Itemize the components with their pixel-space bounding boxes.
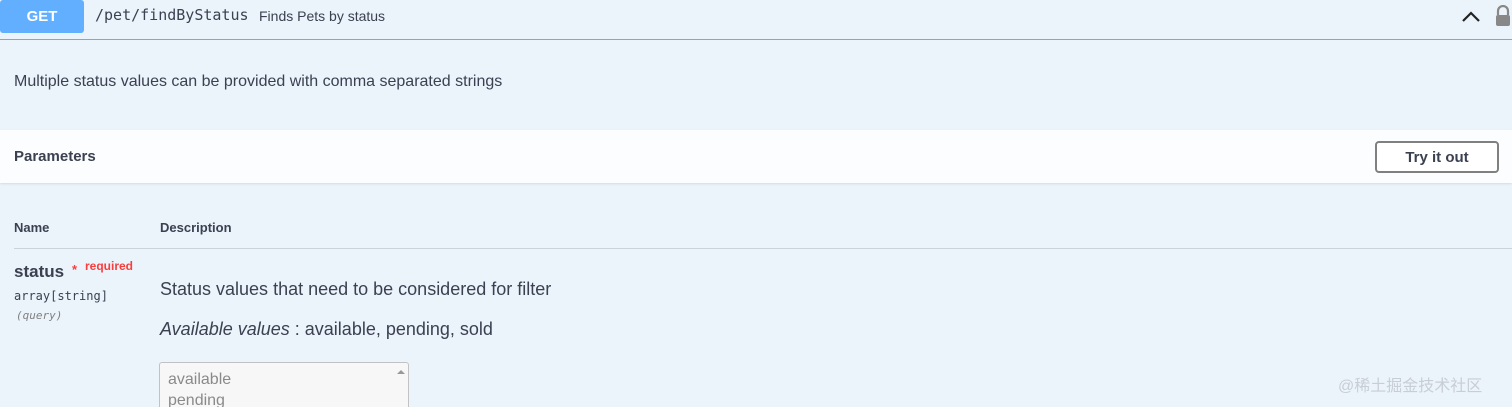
parameter-type: array[string]: [14, 289, 108, 303]
scroll-up-icon[interactable]: [397, 368, 405, 376]
watermark: @稀土掘金技术社区: [1338, 378, 1483, 395]
available-values-list: : available, pending, sold: [294, 319, 493, 339]
required-label: required: [85, 259, 134, 273]
select-option-available[interactable]: available: [168, 371, 231, 389]
select-option-pending[interactable]: pending: [168, 392, 225, 407]
operation-summary: Finds Pets by status: [259, 8, 386, 24]
column-header-description: Description: [160, 220, 232, 235]
method-badge: GET: [0, 0, 84, 33]
available-values: Available values : available, pending, s…: [160, 319, 493, 340]
opblock-summary[interactable]: GET /pet/findByStatus Finds Pets by stat…: [0, 0, 1512, 40]
divider: [14, 248, 1512, 249]
operation-path: /pet/findByStatus: [95, 6, 249, 24]
required-star: *: [72, 262, 78, 277]
parameters-title: Parameters: [14, 148, 96, 165]
operation-description: Multiple status values can be provided w…: [14, 73, 503, 90]
chevron-up-icon[interactable]: [1460, 6, 1482, 28]
available-values-label: Available values: [160, 319, 290, 339]
parameter-description: Status values that need to be considered…: [160, 279, 552, 299]
column-header-name: Name: [14, 220, 50, 235]
parameters-header: Parameters Try it out: [0, 130, 1512, 183]
status-multiselect[interactable]: available pending: [159, 362, 409, 407]
parameter-name: status: [14, 262, 65, 281]
try-it-out-button[interactable]: Try it out: [1375, 141, 1499, 173]
lock-icon[interactable]: [1494, 5, 1512, 27]
parameter-location: (query): [16, 309, 63, 322]
